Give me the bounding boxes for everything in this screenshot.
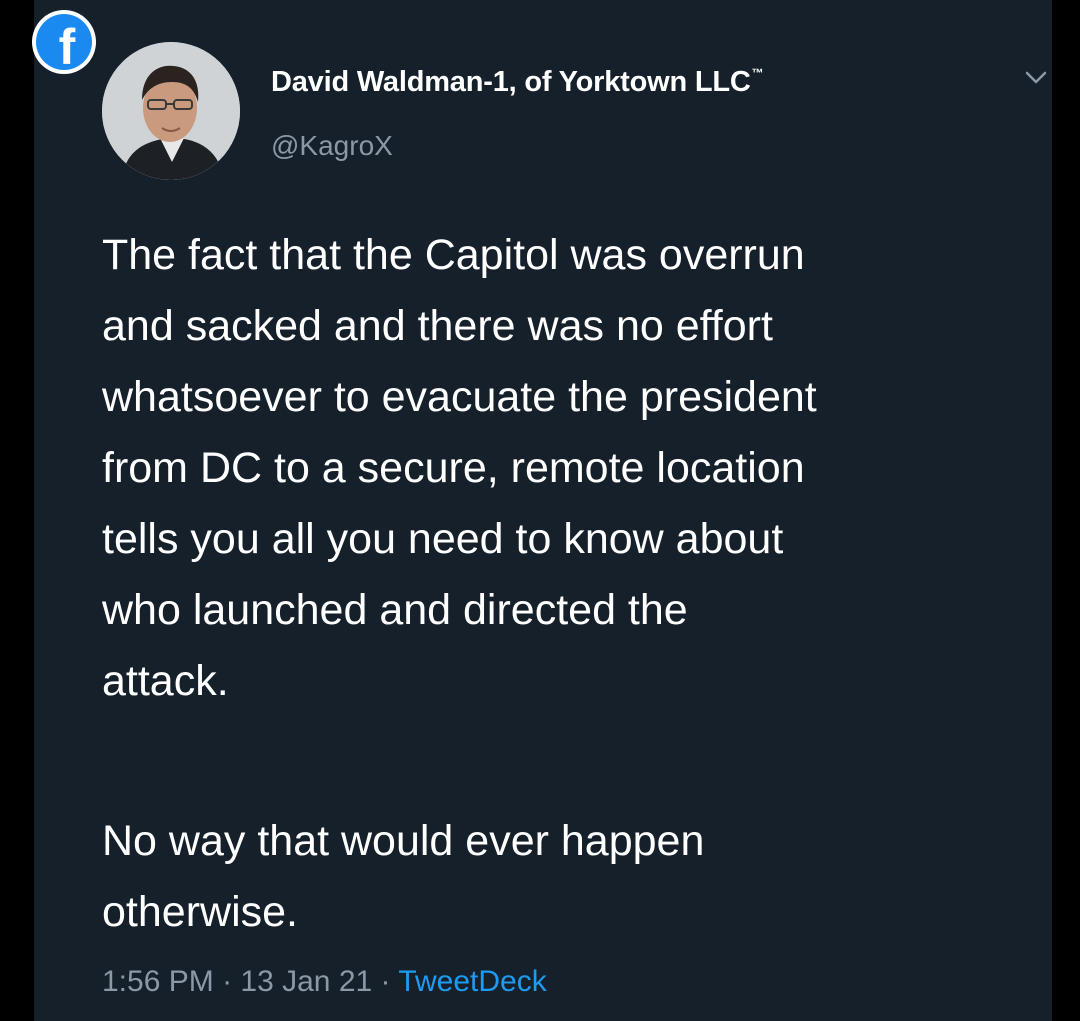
facebook-glyph: f: [58, 19, 76, 70]
avatar-portrait-icon: [102, 42, 240, 180]
tweet-source-link[interactable]: TweetDeck: [398, 965, 546, 998]
tweet-text-paragraph-1: The fact that the Capitol was overrun an…: [102, 231, 817, 705]
author-handle[interactable]: @KagroX: [271, 130, 393, 162]
author-name[interactable]: David Waldman-1, of Yorktown LLC™: [271, 66, 764, 99]
meta-separator: ·: [380, 965, 391, 998]
facebook-badge-inner: f: [36, 14, 92, 70]
tweet-date[interactable]: 13 Jan 21: [240, 965, 372, 998]
meta-separator: ·: [222, 965, 233, 998]
screenshot-frame: David Waldman-1, of Yorktown LLC™ @Kagro…: [0, 0, 1080, 1021]
facebook-icon: f: [32, 10, 96, 74]
trademark-mark: ™: [751, 66, 764, 80]
tweet-text-paragraph-2: No way that would ever happen otherwise.: [102, 817, 705, 936]
chevron-down-icon[interactable]: [1024, 70, 1048, 86]
tweet-card: David Waldman-1, of Yorktown LLC™ @Kagro…: [34, 0, 1052, 1021]
avatar[interactable]: [102, 42, 240, 180]
author-name-text: David Waldman-1, of Yorktown LLC: [271, 66, 751, 98]
tweet-time[interactable]: 1:56 PM: [102, 965, 214, 998]
tweet-metadata: 1:56 PM · 13 Jan 21 · TweetDeck: [102, 965, 547, 999]
